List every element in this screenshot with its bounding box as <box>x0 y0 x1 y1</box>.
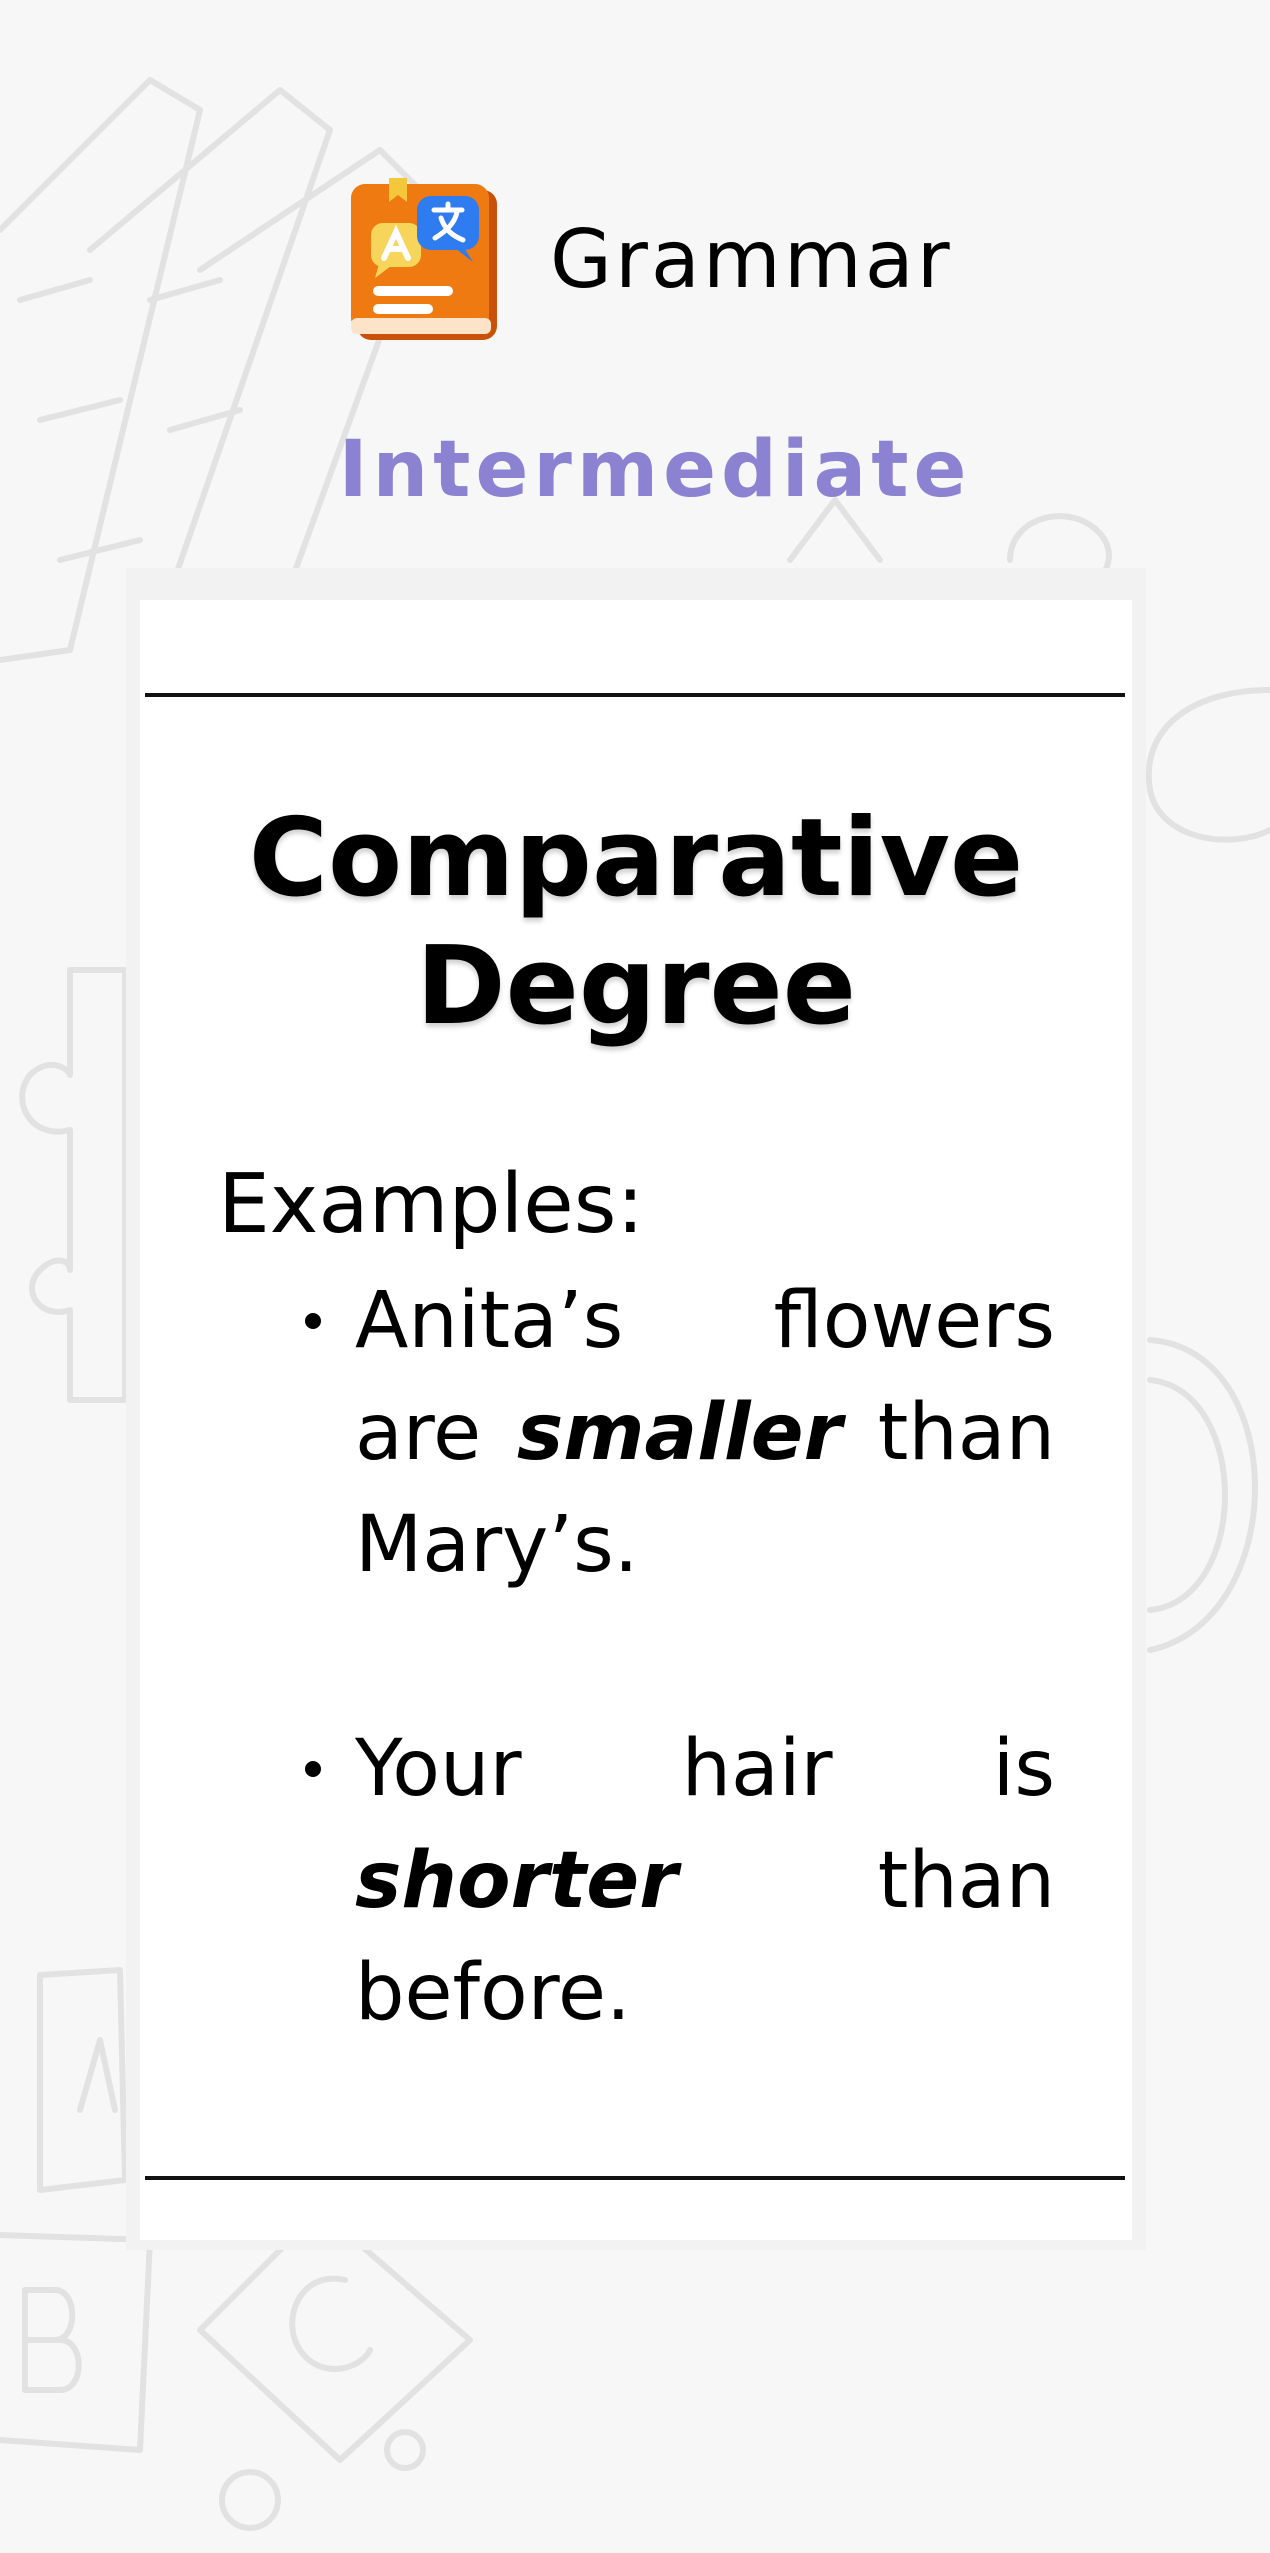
examples-list: Anita’s flowers are smaller than Mary’s.… <box>300 1265 1055 2049</box>
lesson-title-line1: Comparative <box>248 796 1024 921</box>
lesson-title-line2: Degree <box>416 924 856 1049</box>
level-label: Intermediate <box>338 425 972 515</box>
example-text-before: Your hair is <box>355 1724 1055 1814</box>
bottom-divider <box>145 2176 1125 2180</box>
page-header: Grammar Intermediate <box>0 0 1270 560</box>
app-title: Grammar <box>550 213 953 306</box>
examples-label: Examples: <box>218 1157 645 1252</box>
example-item: Anita’s flowers are smaller than Mary’s. <box>300 1265 1055 1601</box>
translate-book-icon <box>351 178 497 340</box>
top-divider <box>145 693 1125 697</box>
example-item: Your hair is shorter than before. <box>300 1713 1055 2049</box>
example-emphasis: smaller <box>516 1388 843 1478</box>
lesson-title: Comparative Degree <box>140 795 1132 1051</box>
example-emphasis: shorter <box>355 1836 678 1926</box>
